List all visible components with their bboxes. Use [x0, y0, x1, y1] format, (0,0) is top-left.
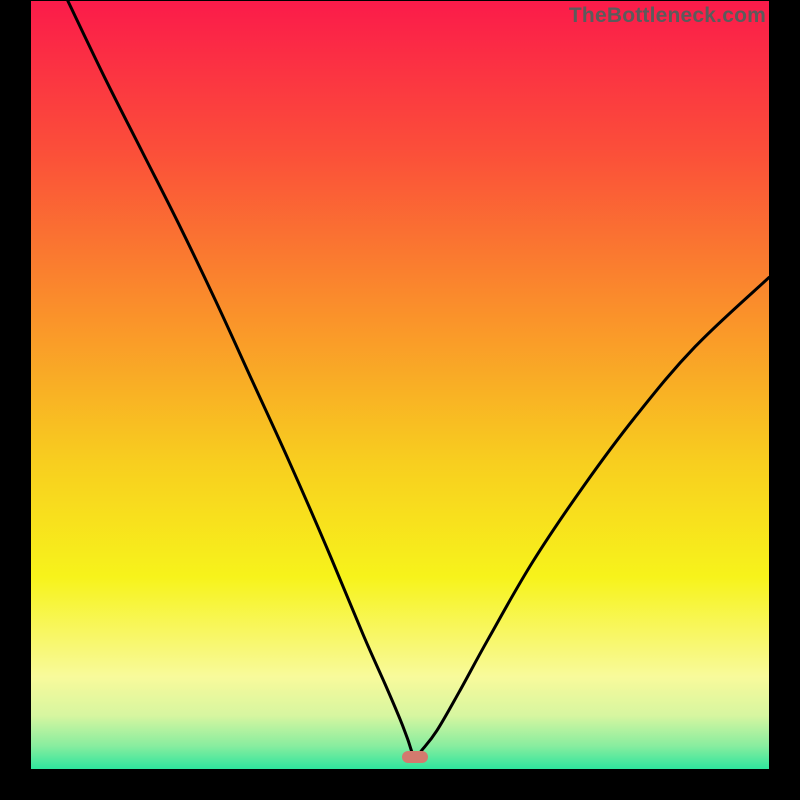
- bottleneck-curve: [31, 1, 769, 769]
- plot-area: [31, 1, 769, 769]
- minimum-marker: [402, 751, 428, 763]
- chart-stage: TheBottleneck.com: [0, 0, 800, 800]
- attribution-watermark: TheBottleneck.com: [569, 4, 766, 28]
